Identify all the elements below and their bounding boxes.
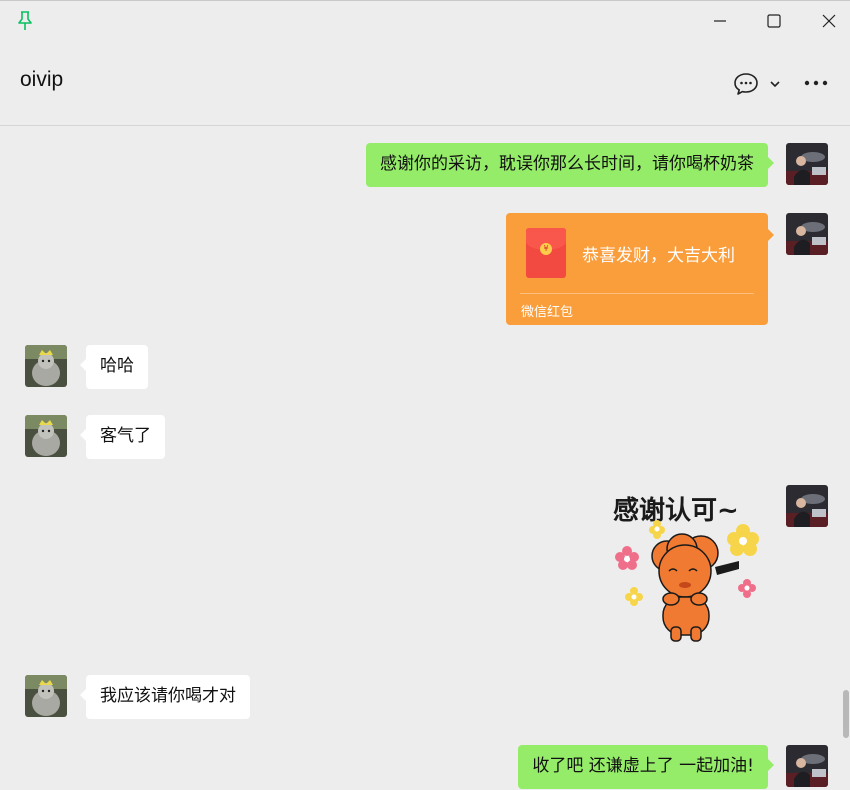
flower-yellow-big <box>727 524 759 556</box>
pin-icon[interactable] <box>16 10 34 32</box>
red-packet-card[interactable]: ¥ 恭喜发财，大吉大利 微信红包 <box>506 213 774 325</box>
message-list[interactable]: 感谢你的采访，耽误你那么长时间，请你喝杯奶茶 ¥ 恭喜发财，大吉大利 微信红包 <box>0 127 850 790</box>
flower-yellow-bottom <box>625 587 643 606</box>
flower-pink-left <box>615 546 639 570</box>
avatar-self[interactable] <box>786 143 828 185</box>
message-bubble-outgoing[interactable]: 感谢你的采访，耽误你那么长时间，请你喝杯奶茶 <box>366 143 774 187</box>
avatar-self[interactable] <box>786 485 828 527</box>
scrollbar-thumb[interactable] <box>843 690 849 738</box>
sticker-thanks[interactable]: 感谢认可~ <box>605 489 765 654</box>
message-bubble-incoming[interactable]: 哈哈 <box>80 345 148 389</box>
avatar-self[interactable] <box>786 213 828 255</box>
flower-pink-right <box>738 579 756 598</box>
chat-bubble-icon[interactable] <box>733 71 759 97</box>
avatar-self[interactable] <box>786 745 828 787</box>
more-dots-icon[interactable] <box>803 76 829 90</box>
message-bubble-outgoing[interactable]: 收了吧 还谦虚上了 一起加油! <box>518 745 774 789</box>
maximize-icon[interactable] <box>762 9 786 33</box>
avatar-contact[interactable] <box>25 415 67 457</box>
minimize-icon[interactable] <box>708 9 732 33</box>
chevron-down-icon[interactable] <box>768 78 782 90</box>
red-packet-divider <box>520 293 754 294</box>
red-packet-greeting: 恭喜发财，大吉大利 <box>582 246 735 266</box>
avatar-contact[interactable] <box>25 345 67 387</box>
message-bubble-incoming[interactable]: 我应该请你喝才对 <box>80 675 250 719</box>
red-envelope-icon: ¥ <box>526 228 566 278</box>
avatar-contact[interactable] <box>25 675 67 717</box>
title-bar <box>0 0 850 42</box>
close-icon[interactable] <box>817 9 841 33</box>
sticker-caption: 感谢认可~ <box>613 495 739 526</box>
orange-character <box>651 533 739 642</box>
chat-title: oivip <box>20 68 64 91</box>
red-packet-label: 微信红包 <box>521 305 574 320</box>
message-bubble-incoming[interactable]: 客气了 <box>80 415 165 459</box>
chat-header: oivip <box>0 42 850 126</box>
